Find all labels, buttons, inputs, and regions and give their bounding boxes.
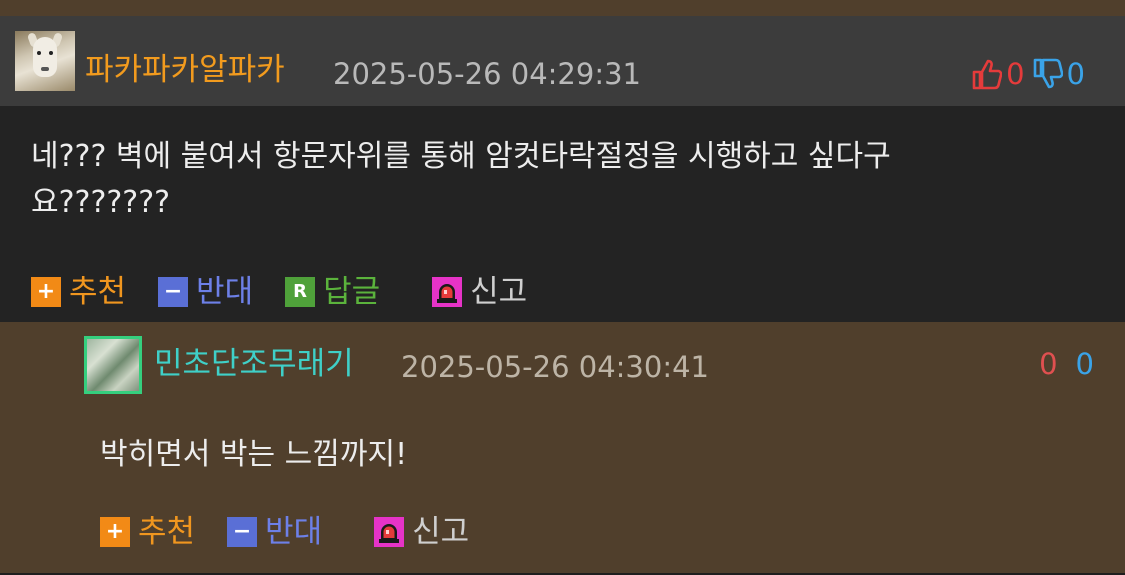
minus-icon: − xyxy=(158,277,189,307)
comment-body: 박히면서 박는 느낌까지! xyxy=(100,437,408,472)
downvote-count[interactable]: 0 xyxy=(1076,344,1094,384)
comment-body-line: 요??????? xyxy=(31,185,171,220)
upvote-count[interactable]: 0 xyxy=(1039,344,1057,384)
author-nickname[interactable]: 민초단조무래기 xyxy=(154,344,354,384)
thumbs-up-icon[interactable] xyxy=(972,58,1003,90)
comment-timestamp: 2025-05-26 04:29:31 xyxy=(333,57,641,91)
comment-timestamp: 2025-05-26 04:30:41 xyxy=(401,350,709,384)
author-nickname[interactable]: 파카파카알파카 xyxy=(85,50,285,90)
comment-actions: + 추천 − 반대 신고 xyxy=(100,512,501,552)
oppose-label: 반대 xyxy=(196,274,254,310)
vote-counter: 0 0 xyxy=(972,54,1093,94)
reply-button[interactable]: R 답글 xyxy=(285,272,380,312)
comment-body: 네??? 벽에 붙여서 항문자위를 통해 암컷타락절정을 시행하고 싶다구 요?… xyxy=(31,134,1031,226)
plus-icon: + xyxy=(100,517,130,547)
siren-icon xyxy=(432,277,463,307)
report-label: 신고 xyxy=(412,514,470,550)
comment: 파카파카알파카 2025-05-26 04:29:31 0 0 네??? 벽에 … xyxy=(0,16,1125,322)
oppose-label: 반대 xyxy=(265,514,323,550)
recommend-label: 추천 xyxy=(138,514,196,550)
thumbs-down-icon[interactable] xyxy=(1033,58,1063,90)
recommend-button[interactable]: + 추천 xyxy=(31,272,126,312)
vote-counter: 0 0 xyxy=(1039,344,1094,384)
oppose-button[interactable]: − 반대 xyxy=(158,272,253,312)
recommend-label: 추천 xyxy=(69,274,127,310)
avatar[interactable] xyxy=(15,31,75,91)
comment-body-line: 네??? 벽에 붙여서 항문자위를 통해 암컷타락절정을 시행하고 싶다구 xyxy=(31,139,891,174)
report-label: 신고 xyxy=(470,274,528,310)
comment-header: 파카파카알파카 2025-05-26 04:29:31 0 0 xyxy=(0,16,1125,106)
reply-icon: R xyxy=(285,277,316,307)
upvote-count: 0 xyxy=(1006,57,1025,91)
plus-icon: + xyxy=(31,277,61,307)
top-spacer xyxy=(0,0,1125,16)
downvote-count: 0 xyxy=(1066,57,1085,91)
recommend-button[interactable]: + 추천 xyxy=(100,512,195,552)
reply-label: 답글 xyxy=(323,274,381,310)
avatar[interactable] xyxy=(84,336,142,394)
reply-comment: 민초단조무래기 2025-05-26 04:30:41 0 0 박히면서 박는 … xyxy=(0,322,1125,575)
oppose-button[interactable]: − 반대 xyxy=(227,512,322,552)
comment-actions: + 추천 − 반대 R 답글 신고 xyxy=(31,272,559,312)
report-button[interactable]: 신고 xyxy=(432,272,527,312)
report-button[interactable]: 신고 xyxy=(374,512,469,552)
minus-icon: − xyxy=(227,517,258,547)
siren-icon xyxy=(374,517,405,547)
